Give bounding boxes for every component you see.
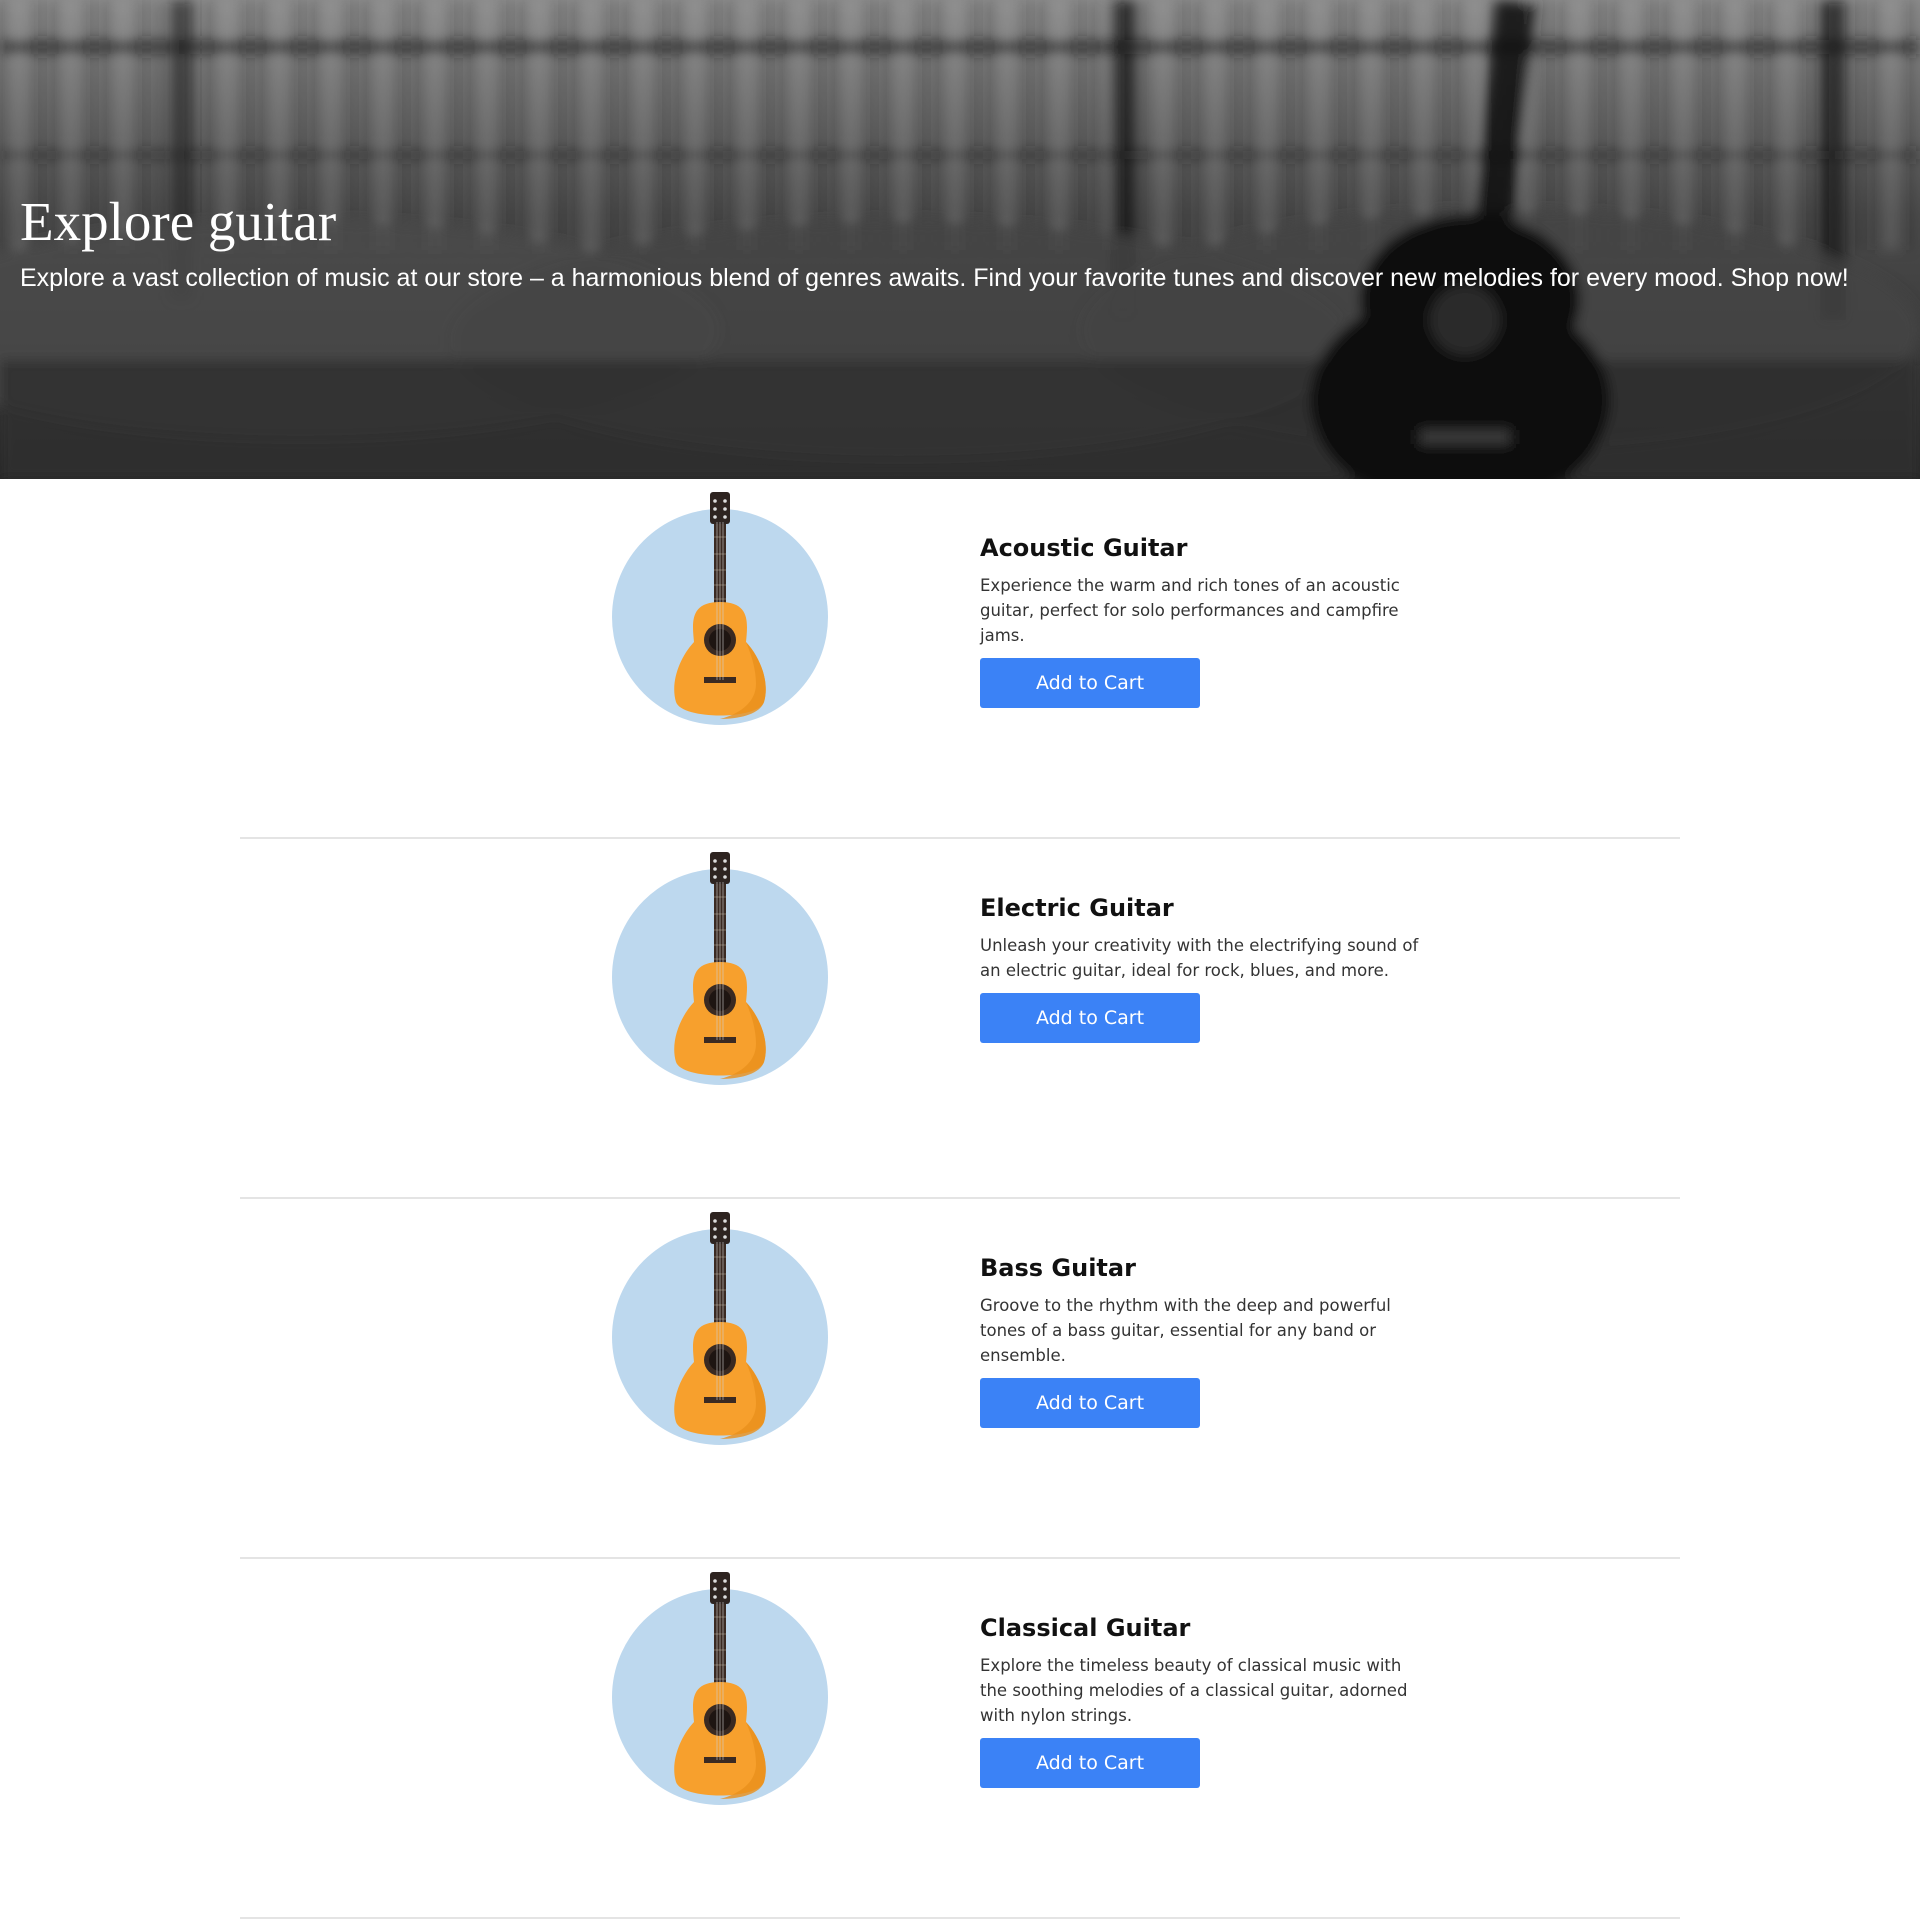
product-row-bass-guitar: Bass Guitar Groove to the rhythm with th…: [240, 1199, 1680, 1559]
add-to-cart-button[interactable]: Add to Cart: [980, 658, 1200, 708]
product-description: Groove to the rhythm with the deep and p…: [980, 1296, 1391, 1365]
hero-title: Explore guitar: [20, 191, 337, 252]
product-info: Acoustic Guitar Experience the warm and …: [980, 533, 1430, 708]
product-info: Bass Guitar Groove to the rhythm with th…: [980, 1253, 1430, 1428]
add-to-cart-button[interactable]: Add to Cart: [980, 993, 1200, 1043]
product-description: Experience the warm and rich tones of an…: [980, 576, 1400, 645]
product-row-acoustic-guitar: Acoustic Guitar Experience the warm and …: [240, 479, 1680, 839]
add-to-cart-button[interactable]: Add to Cart: [980, 1378, 1200, 1428]
product-list: Acoustic Guitar Experience the warm and …: [240, 479, 1680, 1919]
product-row-classical-guitar: Classical Guitar Explore the timeless be…: [240, 1559, 1680, 1919]
product-row-electric-guitar: Electric Guitar Unleash your creativity …: [240, 839, 1680, 1199]
product-name: Classical Guitar: [980, 1614, 1191, 1642]
hero-subtitle: Explore a vast collection of music at ou…: [20, 264, 1849, 292]
product-name: Electric Guitar: [980, 894, 1174, 922]
product-info: Electric Guitar Unleash your creativity …: [980, 893, 1430, 1043]
guitar-icon: [612, 852, 828, 1085]
product-description: Explore the timeless beauty of classical…: [980, 1656, 1408, 1725]
hero-banner: Explore guitar Explore a vast collection…: [0, 0, 1920, 479]
product-description: Unleash your creativity with the electri…: [980, 936, 1419, 980]
guitar-icon: [612, 1212, 828, 1445]
product-name: Bass Guitar: [980, 1254, 1136, 1282]
guitar-icon: [612, 492, 828, 725]
product-name: Acoustic Guitar: [980, 534, 1188, 562]
add-to-cart-button[interactable]: Add to Cart: [980, 1738, 1200, 1788]
guitar-icon: [612, 1572, 828, 1805]
product-info: Classical Guitar Explore the timeless be…: [980, 1613, 1430, 1788]
